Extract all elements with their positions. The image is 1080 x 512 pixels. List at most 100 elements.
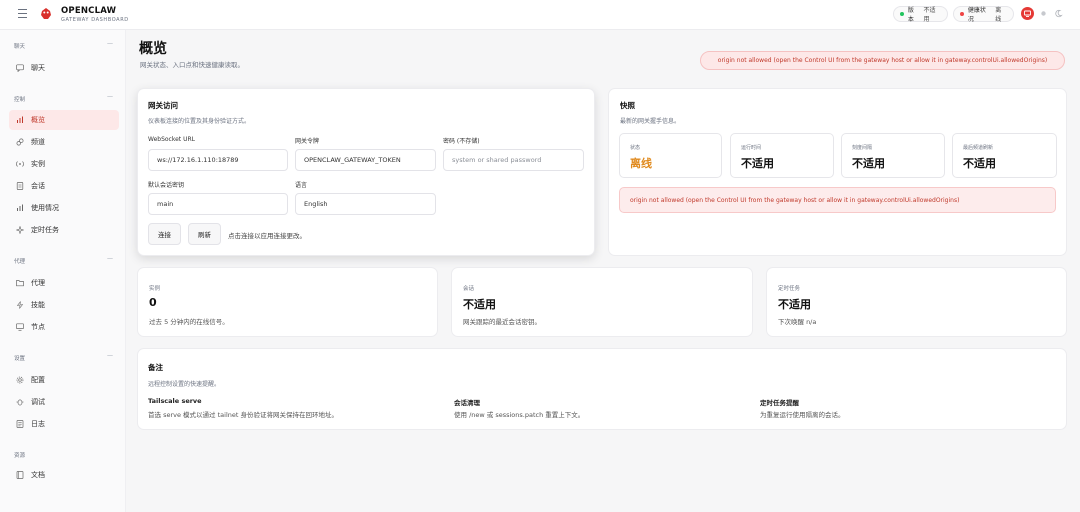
brand: OPENCLAW GATEWAY DASHBOARD	[61, 6, 129, 23]
collapse-icon[interactable]: —	[107, 40, 113, 47]
sidebar-item-label: 配置	[31, 376, 45, 384]
language-select[interactable]: English	[295, 193, 436, 215]
websocket-url-input[interactable]: ws://172.16.1.110:18789	[148, 149, 288, 171]
section-title-control: 控制	[14, 97, 26, 103]
note-text: 首选 serve 模式以通过 tailnet 身份验证将网关保持在回环地址。	[148, 411, 338, 419]
folder-icon	[16, 280, 24, 287]
gateway-token-input[interactable]: OPENCLAW_GATEWAY_TOKEN	[295, 149, 436, 171]
health-label: 健康状况	[967, 7, 986, 23]
notes-card: 备注 远程控制设置的快速提醒。 Tailscale serve 首选 serve…	[137, 348, 1067, 430]
bolt-icon	[16, 301, 24, 309]
collapse-icon[interactable]: —	[107, 255, 113, 262]
snapshot-status: 状态 离线	[619, 133, 722, 178]
snapshot-label: 刻度间隔	[852, 145, 873, 151]
page-subtitle: 网关状态、入口点和快速健康读取。	[140, 61, 244, 69]
refresh-button[interactable]: 刷新	[188, 223, 221, 245]
page-title: 概览	[139, 41, 167, 57]
sidebar-item-label: 代理	[31, 279, 45, 287]
stat-card-cron: 定时任务 不适用 下次唤醒 n/a	[766, 267, 1067, 337]
snapshot-label: 最后频道刷新	[963, 145, 994, 151]
sidebar-item-channels[interactable]: 频道	[9, 132, 119, 152]
sidebar-item-label: 定时任务	[31, 226, 59, 234]
bug-icon	[16, 399, 24, 406]
brand-title: OPENCLAW	[61, 6, 117, 16]
sidebar-item-label: 频道	[31, 138, 45, 146]
password-label: 密码 (不存储)	[443, 138, 480, 145]
connect-hint: 点击连接以应用连接更改。	[228, 232, 306, 240]
lobster-logo-icon	[41, 8, 51, 19]
brand-subtitle: GATEWAY DASHBOARD	[61, 17, 129, 23]
note-heading: Tailscale serve	[148, 397, 202, 405]
stat-label: 实例	[149, 286, 161, 292]
card-title: 快照	[620, 101, 635, 110]
sidebar-item-nodes[interactable]: 节点	[9, 317, 119, 337]
card-title: 备注	[148, 363, 163, 372]
snapshot-value: 不适用	[741, 157, 774, 170]
sidebar-item-label: 技能	[31, 301, 45, 309]
card-subtitle: 远程控制设置的快速提醒。	[148, 381, 221, 388]
stat-value: 不适用	[778, 298, 811, 311]
stat-subtext: 下次唤醒 n/a	[778, 318, 817, 326]
gear-icon	[16, 376, 24, 384]
sidebar-item-label: 会话	[31, 182, 45, 190]
bar-chart-icon	[17, 204, 23, 211]
theme-system-icon[interactable]	[1021, 7, 1034, 20]
stat-subtext: 过去 5 分钟内的在线信号。	[149, 318, 229, 326]
snapshot-label: 运行时间	[741, 145, 762, 151]
note-heading: 会话清理	[454, 399, 480, 407]
stat-value: 0	[149, 296, 157, 309]
menu-icon[interactable]	[18, 9, 27, 18]
sidebar-item-label: 实例	[31, 160, 45, 168]
card-subtitle: 最新的网关握手信息。	[620, 118, 681, 125]
snapshot-label: 状态	[630, 145, 641, 151]
note-heading: 定时任务提醒	[760, 399, 799, 407]
sidebar-item-logs[interactable]: 日志	[9, 414, 119, 434]
version-label: 版本	[907, 7, 914, 23]
snapshot-value: 不适用	[852, 157, 885, 170]
moon-icon[interactable]	[1052, 7, 1065, 20]
sidebar-item-instances[interactable]: 实例	[9, 154, 119, 174]
status-dot-icon	[900, 12, 904, 16]
sidebar-item-label: 聊天	[31, 64, 45, 72]
sidebar-item-usage[interactable]: 使用情况	[9, 198, 119, 218]
gateway-access-card: 网关访问 仪表板连接的位置及其身份验证方式。 WebSocket URL ws:…	[137, 88, 595, 256]
stat-card-instances: 实例 0 过去 5 分钟内的在线信号。	[137, 267, 438, 337]
sidebar-item-overview[interactable]: 概览	[9, 110, 119, 130]
sidebar-item-label: 概览	[31, 116, 45, 124]
sidebar-item-skills[interactable]: 技能	[9, 295, 119, 315]
version-value: 不适用	[923, 7, 936, 23]
gateway-token-label: 网关令牌	[295, 138, 320, 145]
sidebar-item-chat[interactable]: 聊天	[9, 58, 119, 78]
sun-icon[interactable]	[1037, 7, 1050, 20]
sidebar-item-docs[interactable]: 文档	[9, 465, 119, 485]
snapshot-value: 离线	[630, 157, 652, 170]
sidebar-item-agents[interactable]: 代理	[9, 273, 119, 293]
sidebar-item-label: 调试	[31, 398, 45, 406]
version-pill: 版本 不适用	[893, 6, 948, 23]
sidebar-item-debug[interactable]: 调试	[9, 392, 119, 412]
language-label: 语言	[295, 182, 308, 189]
link-icon	[16, 138, 24, 146]
top-bar: OPENCLAW GATEWAY DASHBOARD 版本 不适用 健康状况 离…	[0, 0, 1080, 30]
connect-button[interactable]: 连接	[148, 223, 181, 245]
collapse-icon[interactable]: —	[107, 93, 113, 100]
section-title-chat: 聊天	[14, 44, 26, 50]
sparkle-icon	[16, 226, 24, 234]
sidebar-item-cron[interactable]: 定时任务	[9, 220, 119, 240]
sidebar-item-label: 文档	[31, 471, 45, 479]
session-key-label: 默认会话密钥	[148, 182, 185, 189]
section-title-settings: 设置	[14, 356, 26, 362]
stat-label: 定时任务	[778, 286, 801, 292]
sidebar-item-sessions[interactable]: 会话	[9, 176, 119, 196]
log-icon	[16, 420, 24, 428]
stat-card-sessions: 会话 不适用 网关跟踪的最近会话密钥。	[451, 267, 753, 337]
note-text: 使用 /new 或 sessions.patch 重置上下文。	[454, 411, 585, 419]
sidebar-item-config[interactable]: 配置	[9, 370, 119, 390]
sidebar: 聊天 — 聊天 控制 — 概览 频道 实例 会话 使用情况 定时任务 代理 — …	[0, 30, 126, 512]
collapse-icon[interactable]: —	[107, 352, 113, 359]
password-input[interactable]: system or shared password	[443, 149, 584, 171]
health-value: 离线	[995, 7, 1002, 23]
session-key-input[interactable]: main	[148, 193, 288, 215]
document-icon	[16, 182, 24, 190]
stat-value: 不适用	[463, 298, 496, 311]
